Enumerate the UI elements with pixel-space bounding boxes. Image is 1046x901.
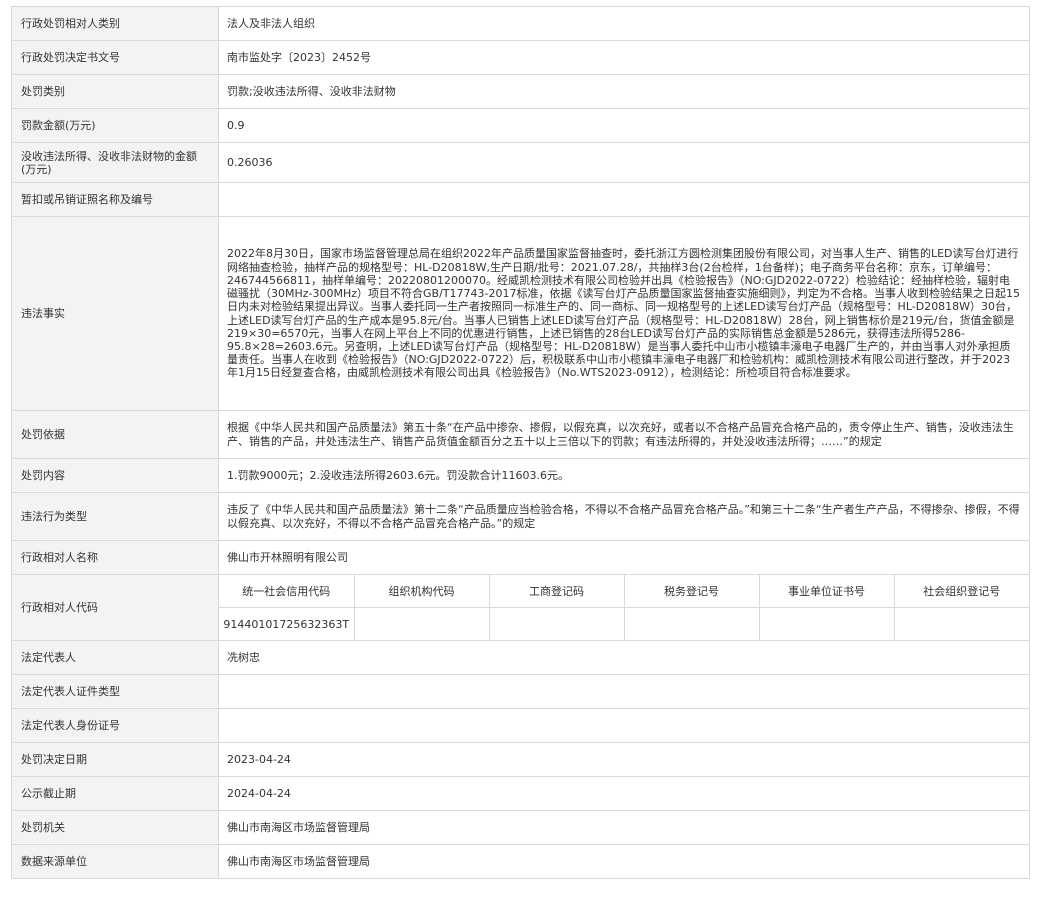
row-label: 违法事实	[11, 216, 219, 411]
code-value: 91440101725632363T	[219, 607, 355, 640]
row-value: 1.罚款9000元；2.没收违法所得2603.6元。罚没款合计11603.6元。	[218, 458, 1030, 493]
table-row: 处罚依据 根据《中华人民共和国产品质量法》第五十条“在产品中掺杂、掺假，以假充真…	[11, 410, 1030, 459]
row-label: 法定代表人身份证号	[11, 708, 219, 743]
code-header: 事业单位证书号	[758, 575, 895, 608]
row-label: 处罚类别	[11, 74, 219, 109]
row-label: 法定代表人	[11, 640, 219, 675]
table-row: 处罚内容 1.罚款9000元；2.没收违法所得2603.6元。罚没款合计1160…	[11, 458, 1030, 493]
penalty-basis-text: 根据《中华人民共和国产品质量法》第五十条“在产品中掺杂、掺假，以假充真，以次充好…	[218, 410, 1030, 459]
table-row: 数据来源单位 佛山市南海区市场监督管理局	[11, 844, 1030, 879]
row-value: 佛山市南海区市场监督管理局	[218, 810, 1030, 845]
table-row: 法定代表人 冼树忠	[11, 640, 1030, 675]
row-label: 行政相对人代码	[11, 574, 219, 641]
code-value	[353, 607, 490, 640]
row-label: 行政处罚相对人类别	[11, 6, 219, 41]
code-header: 税务登记号	[623, 575, 760, 608]
code-value	[893, 607, 1029, 640]
row-label: 处罚机关	[11, 810, 219, 845]
row-label: 行政处罚决定书文号	[11, 40, 219, 75]
penalty-info-table: 行政处罚相对人类别 法人及非法人组织 行政处罚决定书文号 南市监处字〔2023〕…	[11, 6, 1030, 879]
table-row: 暂扣或吊销证照名称及编号	[11, 182, 1030, 217]
code-header: 统一社会信用代码	[219, 575, 355, 608]
row-label: 没收违法所得、没收非法财物的金额(万元)	[11, 142, 219, 183]
violation-type-text: 违反了《中华人民共和国产品质量法》第十二条“产品质量应当检验合格，不得以不合格产…	[218, 492, 1030, 541]
row-value: 佛山市开林照明有限公司	[218, 540, 1030, 575]
row-label: 处罚内容	[11, 458, 219, 493]
codes-cell: 统一社会信用代码 组织机构代码 工商登记码 税务登记号 事业单位证书号 社会组织…	[218, 574, 1030, 641]
codes-value-row: 91440101725632363T	[219, 607, 1029, 640]
row-value: 0.26036	[218, 142, 1030, 183]
penalty-info-panel: 行政处罚相对人类别 法人及非法人组织 行政处罚决定书文号 南市监处字〔2023〕…	[11, 6, 1030, 879]
table-row: 处罚类别 罚款;没收违法所得、没收非法财物	[11, 74, 1030, 109]
table-row: 行政相对人代码 统一社会信用代码 组织机构代码 工商登记码 税务登记号 事业单位…	[11, 574, 1030, 641]
table-row: 违法事实 2022年8月30日，国家市场监督管理总局在组织2022年产品质量国家…	[11, 216, 1030, 411]
table-row: 行政处罚决定书文号 南市监处字〔2023〕2452号	[11, 40, 1030, 75]
row-value: 南市监处字〔2023〕2452号	[218, 40, 1030, 75]
row-label: 处罚决定日期	[11, 742, 219, 777]
table-row: 处罚决定日期 2023-04-24	[11, 742, 1030, 777]
table-row: 行政处罚相对人类别 法人及非法人组织	[11, 6, 1030, 41]
row-label: 违法行为类型	[11, 492, 219, 541]
table-row: 违法行为类型 违反了《中华人民共和国产品质量法》第十二条“产品质量应当检验合格，…	[11, 492, 1030, 541]
code-header: 工商登记码	[488, 575, 625, 608]
table-row: 罚款金额(万元) 0.9	[11, 108, 1030, 143]
row-label: 暂扣或吊销证照名称及编号	[11, 182, 219, 217]
row-label: 行政相对人名称	[11, 540, 219, 575]
row-value: 佛山市南海区市场监督管理局	[218, 844, 1030, 879]
row-value: 2024-04-24	[218, 776, 1030, 811]
table-row: 公示截止期 2024-04-24	[11, 776, 1030, 811]
row-label: 处罚依据	[11, 410, 219, 459]
row-label: 罚款金额(万元)	[11, 108, 219, 143]
code-header: 社会组织登记号	[893, 575, 1029, 608]
code-value	[758, 607, 895, 640]
code-header: 组织机构代码	[353, 575, 490, 608]
codes-table: 统一社会信用代码 组织机构代码 工商登记码 税务登记号 事业单位证书号 社会组织…	[219, 575, 1029, 640]
table-row: 行政相对人名称 佛山市开林照明有限公司	[11, 540, 1030, 575]
row-value: 罚款;没收违法所得、没收非法财物	[218, 74, 1030, 109]
code-value	[623, 607, 760, 640]
table-row: 法定代表人证件类型	[11, 674, 1030, 709]
row-value	[218, 674, 1030, 709]
table-row: 法定代表人身份证号	[11, 708, 1030, 743]
row-label: 公示截止期	[11, 776, 219, 811]
row-value	[218, 182, 1030, 217]
row-value: 2023-04-24	[218, 742, 1030, 777]
row-value: 冼树忠	[218, 640, 1030, 675]
table-row: 处罚机关 佛山市南海区市场监督管理局	[11, 810, 1030, 845]
code-value	[488, 607, 625, 640]
violation-facts-text: 2022年8月30日，国家市场监督管理总局在组织2022年产品质量国家监督抽查时…	[218, 216, 1030, 411]
row-label: 数据来源单位	[11, 844, 219, 879]
row-value: 0.9	[218, 108, 1030, 143]
codes-header-row: 统一社会信用代码 组织机构代码 工商登记码 税务登记号 事业单位证书号 社会组织…	[219, 575, 1029, 608]
row-label: 法定代表人证件类型	[11, 674, 219, 709]
row-value	[218, 708, 1030, 743]
table-row: 没收违法所得、没收非法财物的金额(万元) 0.26036	[11, 142, 1030, 183]
row-value: 法人及非法人组织	[218, 6, 1030, 41]
